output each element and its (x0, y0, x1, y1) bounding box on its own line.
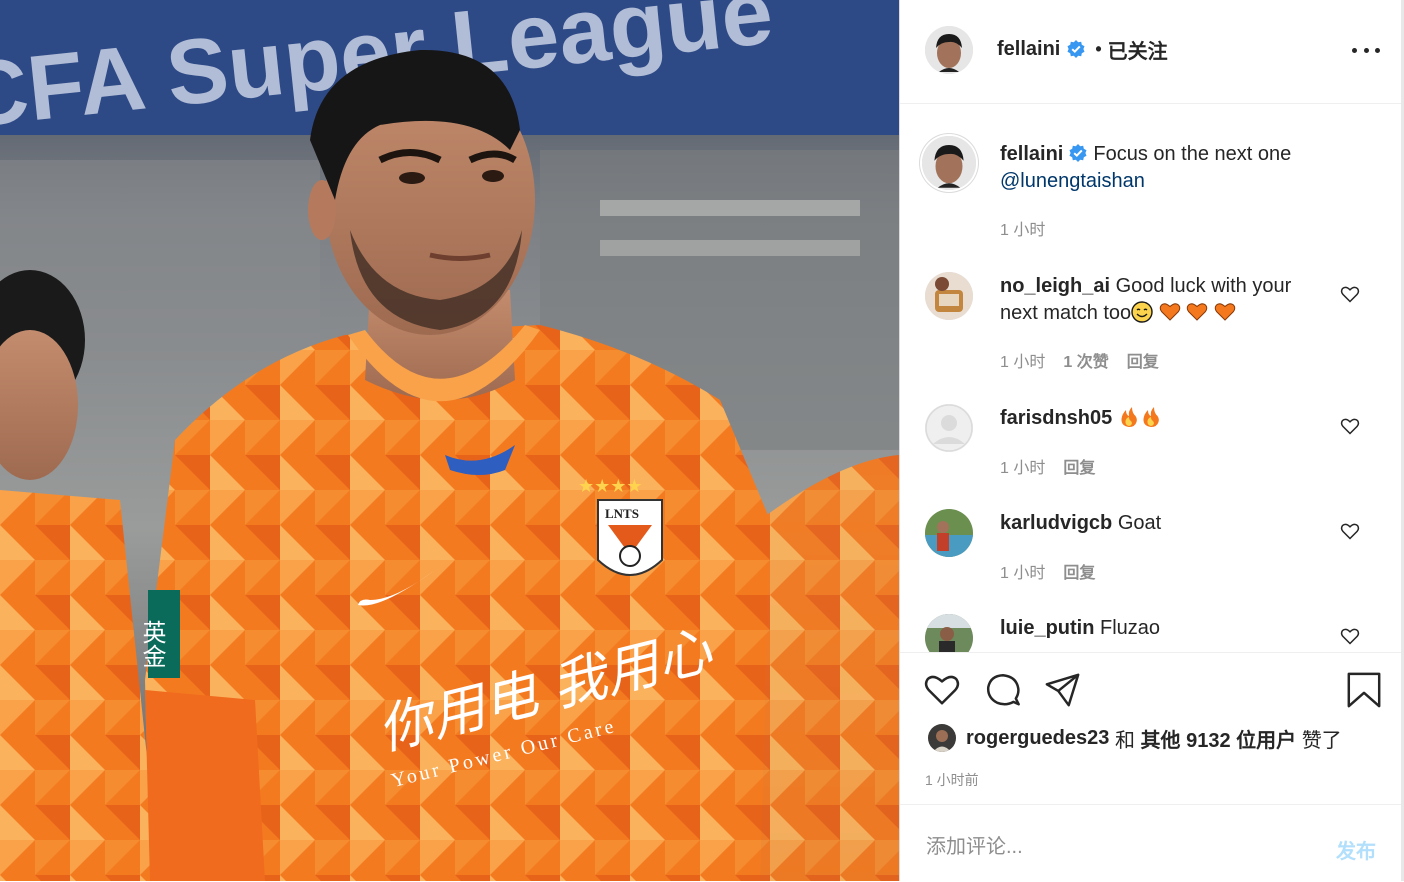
action-bar: rogerguedes23 和 其他 9132 位用户 赞了 1 小时前 (900, 652, 1401, 805)
caption-mention-link[interactable]: @lunengtaishan (1000, 170, 1145, 192)
fire-emoji-icon (1143, 407, 1159, 427)
fire-emoji-icon (1121, 407, 1137, 427)
post-photo-image: CFA Super League LNTS ★★★★ 你用电 我用心 Your … (0, 0, 899, 881)
commenter-avatar[interactable] (925, 509, 973, 557)
comment-like-heart-icon[interactable] (1340, 416, 1360, 436)
comment-text: Fluzao (1100, 617, 1161, 639)
post-header: fellaini • 已关注 (900, 0, 1401, 104)
orange-heart-emoji-icon (1214, 303, 1236, 321)
liker-avatar[interactable] (928, 724, 956, 752)
separator-dot: • (1095, 38, 1102, 59)
comments-list[interactable]: fellaini Focus on the next one @lunengtai… (900, 104, 1401, 652)
author-avatar[interactable] (925, 26, 973, 74)
caption-text-block: fellaini Focus on the next one @lunengtai… (1000, 141, 1330, 195)
comment-text-block: karludvigcb Goat (1000, 510, 1320, 537)
comment-text-block: no_leigh_ai Good luck with your next mat… (1000, 273, 1320, 327)
reply-button[interactable]: 回复 (1127, 348, 1159, 372)
comment-time[interactable]: 1 小时 (1000, 454, 1045, 478)
reply-button[interactable]: 回复 (1063, 559, 1095, 583)
post-timestamp[interactable]: 1 小时前 (925, 770, 979, 790)
post-panel: fellaini • 已关注 fellaini Focus on the nex… (900, 0, 1401, 881)
crest-text: LNTS (605, 506, 639, 521)
comment-like-heart-icon[interactable] (1340, 626, 1360, 646)
comment-username[interactable]: no_leigh_ai (1000, 275, 1110, 297)
caption-username[interactable]: fellaini (1000, 143, 1063, 165)
comment-text-block: farisdnsh05 (1000, 405, 1320, 432)
more-options-icon[interactable] (1352, 38, 1380, 62)
commenter-avatar[interactable] (925, 272, 973, 320)
comment-username[interactable]: luie_putin (1000, 617, 1094, 639)
like-heart-icon[interactable] (923, 671, 961, 709)
post-comment-button[interactable]: 发布 (1336, 835, 1376, 864)
comment-username[interactable]: karludvigcb (1000, 512, 1112, 534)
sleeve-text: 英金 (138, 620, 166, 668)
caption-text: Focus on the next one (1093, 143, 1292, 165)
reply-button[interactable]: 回复 (1063, 454, 1095, 478)
comment-text: Goat (1117, 512, 1162, 534)
liker-username[interactable]: rogerguedes23 (966, 727, 1109, 750)
orange-heart-emoji-icon (1159, 303, 1180, 321)
commenter-avatar[interactable] (925, 614, 973, 652)
comment-text-block: luie_putin Fluzao (1000, 615, 1320, 642)
comment-like-heart-icon[interactable] (1340, 521, 1360, 541)
caption-avatar[interactable] (922, 136, 976, 190)
comment-username[interactable]: farisdnsh05 (1000, 407, 1112, 429)
save-bookmark-icon[interactable] (1345, 671, 1383, 709)
comment-time[interactable]: 1 小时 (1000, 559, 1045, 583)
caption-meta: 1 小时 (1000, 216, 1045, 240)
author-username[interactable]: fellaini (997, 38, 1060, 61)
comment-meta: 1 小时 1 次赞 回复 (1000, 348, 1159, 372)
smiling-face-emoji-icon (1131, 301, 1153, 323)
likes-summary: rogerguedes23 和 其他 9132 位用户 赞了 (928, 723, 1342, 753)
verified-badge-icon (1069, 144, 1087, 162)
author-info: fellaini • 已关注 (997, 35, 1168, 64)
comment-likes-count[interactable]: 1 次赞 (1063, 348, 1108, 372)
orange-heart-emoji-icon (1187, 303, 1208, 321)
likes-connector: 和 (1114, 729, 1135, 752)
caption-time[interactable]: 1 小时 (1000, 216, 1045, 240)
comment-meta: 1 小时 回复 (1000, 454, 1095, 478)
svg-text:★★★★: ★★★★ (578, 476, 643, 497)
likes-others-link[interactable]: 其他 9132 位用户 (1141, 724, 1297, 753)
comment-input[interactable] (924, 831, 1308, 863)
comment-time[interactable]: 1 小时 (1000, 348, 1045, 372)
comment-meta: 1 小时 回复 (1000, 559, 1095, 583)
likes-suffix: 赞了 (1301, 729, 1342, 752)
comment-icon[interactable] (984, 671, 1022, 709)
commenter-avatar-placeholder[interactable] (925, 404, 973, 452)
share-send-icon[interactable] (1044, 671, 1082, 709)
follow-status-button[interactable]: 已关注 (1108, 35, 1168, 64)
comment-like-heart-icon[interactable] (1340, 284, 1360, 304)
add-comment-bar: 发布 (900, 804, 1401, 882)
post-photo[interactable]: CFA Super League LNTS ★★★★ 你用电 我用心 Your … (0, 0, 899, 881)
verified-badge-icon (1067, 40, 1085, 58)
